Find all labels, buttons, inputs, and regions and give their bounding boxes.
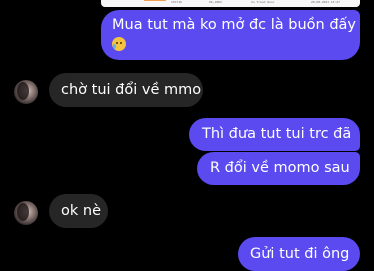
crying-face-icon bbox=[112, 37, 126, 51]
message-bubble-received[interactable]: chờ tui đổi về mmo bbox=[49, 73, 203, 107]
image-caption-name: Vu Trand Quoc bbox=[251, 0, 275, 4]
message-bubble-sent[interactable]: Mua tut mà ko mở đc là buồn đấy bbox=[101, 10, 360, 60]
message-text: Gửi tut đi ông bbox=[250, 246, 350, 262]
message-bubble-sent[interactable]: Gửi tut đi ông bbox=[238, 237, 360, 271]
message-text: chờ tui đổi về mmo bbox=[61, 82, 202, 98]
message-text: Thì đưa tut tui trc đã bbox=[202, 126, 352, 142]
shared-image-attachment[interactable]: 13C716 66,1884 Vu Trand Quoc 20-08-2021 … bbox=[101, 0, 360, 7]
message-bubble-sent[interactable]: Thì đưa tut tui trc đã bbox=[189, 118, 360, 151]
message-bubble-received[interactable]: ok nè bbox=[49, 194, 108, 228]
avatar[interactable] bbox=[14, 80, 38, 104]
image-caption-date: 20-08-2021 15:27 bbox=[311, 0, 340, 4]
avatar[interactable] bbox=[14, 201, 38, 225]
message-text: ok nè bbox=[61, 203, 101, 219]
image-caption-amount: 66,1884 bbox=[209, 0, 222, 4]
message-text: R đổi về momo sau bbox=[210, 160, 350, 176]
message-text: Mua tut mà ko mở đc là buồn đấy bbox=[112, 17, 356, 33]
message-bubble-sent[interactable]: R đổi về momo sau bbox=[197, 152, 360, 185]
image-highlight bbox=[144, 0, 166, 1]
image-caption-code: 13C716 bbox=[171, 0, 182, 4]
